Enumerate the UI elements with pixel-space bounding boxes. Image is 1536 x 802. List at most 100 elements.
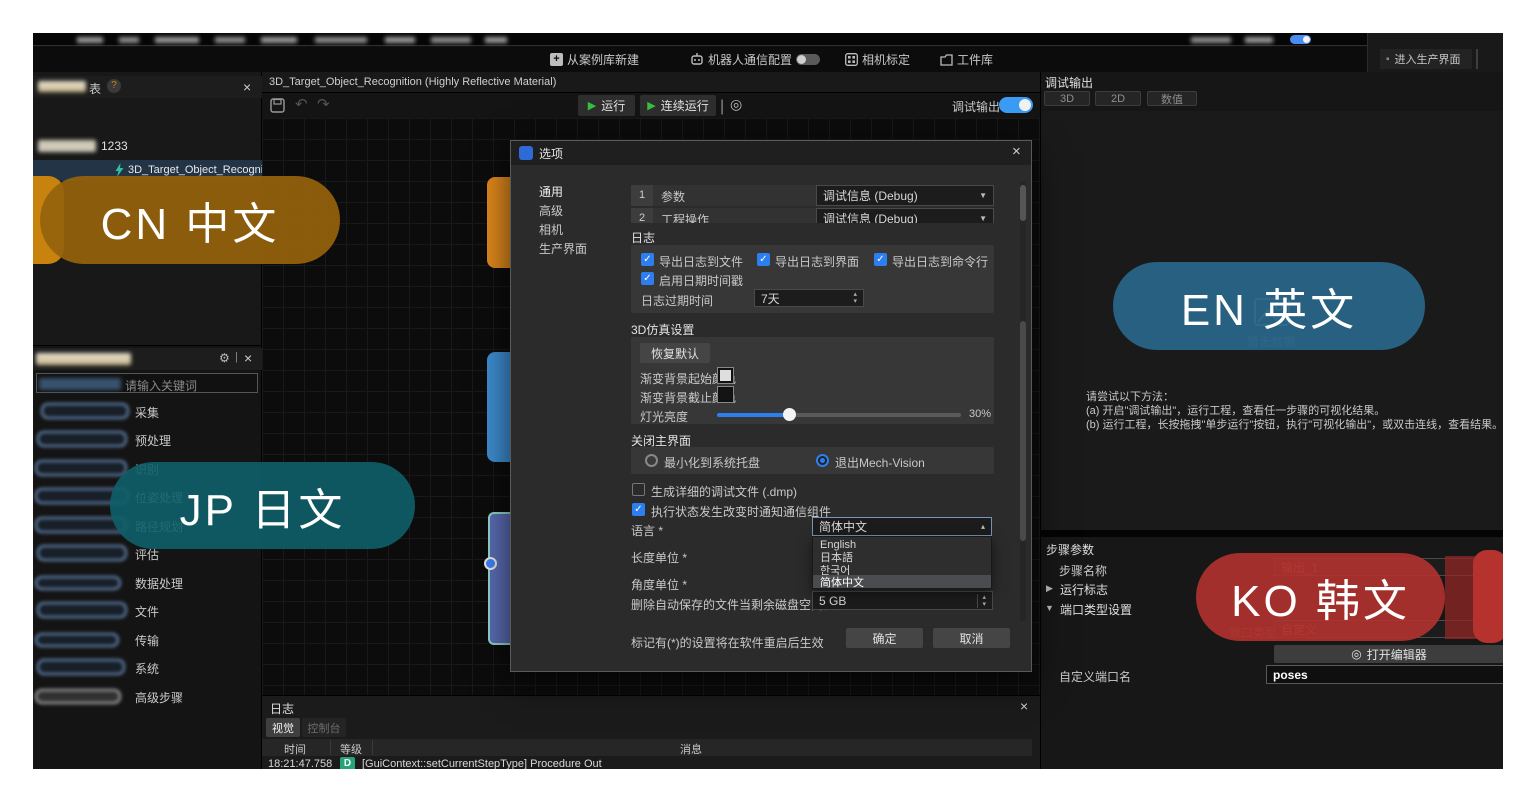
grad-start-swatch[interactable] [718, 368, 733, 383]
project-panel-close-icon[interactable]: × [243, 79, 251, 95]
project-row-icon-redacted [38, 140, 96, 152]
custom-port-input[interactable]: poses [1266, 665, 1503, 684]
new-from-case-icon: + [550, 53, 563, 66]
sim-section-box: 恢复默认 渐变背景起始颜色 渐变背景截止颜色 灯光亮度 30% [631, 337, 994, 424]
log-col-time: 时间 [284, 741, 306, 757]
workpiece-lib-label: 工件库 [957, 51, 993, 68]
cancel-button-label: 取消 [959, 630, 983, 647]
dialog-title: 选项 [539, 145, 563, 162]
ok-button[interactable]: 确定 [846, 628, 923, 648]
enter-production-button[interactable]: ▪ 进入生产界面 [1380, 49, 1472, 69]
dialog-tab-advanced[interactable]: 高级 [539, 202, 563, 219]
minimize-radio[interactable] [645, 454, 658, 467]
new-from-case-button[interactable]: + 从案例库新建 [550, 50, 639, 69]
dialog-scrollbar-thumb[interactable] [1020, 321, 1026, 541]
run-continuous-button[interactable]: ▶ 连续运行 [640, 95, 716, 116]
log-tab-console[interactable]: 控制台 [302, 718, 346, 737]
export-log-ui-checkbox[interactable]: ✓ [757, 253, 770, 266]
timestamp-checkbox[interactable]: ✓ [641, 272, 654, 285]
log-level-row-2: 2 工程操作 调试信息 (Debug) ▼ [631, 208, 994, 223]
workpiece-lib-button[interactable]: 工件库 [940, 50, 993, 69]
dump-file-checkbox[interactable] [632, 483, 645, 496]
run-button[interactable]: ▶ 运行 [578, 95, 635, 116]
step-library-settings-icon[interactable]: ⚙ [219, 351, 230, 365]
port-type-section-label[interactable]: 端口类型设置 [1060, 601, 1132, 618]
lightning-icon [115, 163, 124, 177]
help-icon[interactable]: ? [107, 79, 121, 93]
dialog-tab-production[interactable]: 生产界面 [539, 240, 587, 257]
step-item-xitong[interactable]: 系统 [33, 657, 262, 679]
log-level-rows-clip: 1 参数 调试信息 (Debug) ▼ 2 工程操作 调试信息 (Debug) … [631, 183, 994, 223]
menu-item-redacted [485, 37, 507, 43]
light-brightness-slider[interactable] [717, 413, 961, 417]
run-flags-label[interactable]: 运行标志 [1060, 581, 1108, 598]
timestamp-label: 启用日期时间戳 [659, 272, 743, 289]
node-port-connector[interactable] [484, 557, 497, 570]
log-tab-vision[interactable]: 视觉 [266, 718, 300, 737]
grad-end-swatch[interactable] [718, 387, 733, 402]
robot-comm-toggle[interactable] [796, 54, 820, 65]
light-brightness-label: 灯光亮度 [640, 408, 688, 425]
light-brightness-value: 30% [969, 408, 991, 420]
robot-comm-button[interactable]: 机器人通信配置 [690, 50, 820, 69]
notify-checkbox[interactable]: ✓ [632, 503, 645, 516]
step-item-yuchuli[interactable]: 预处理 [33, 429, 262, 451]
debug-tab-2d[interactable]: 2D [1095, 91, 1141, 106]
debug-tab-numeric[interactable]: 数值 [1147, 91, 1197, 106]
top-strip-toggle[interactable] [1290, 35, 1311, 44]
log-row[interactable]: 18:21:47.758 D [GuiContext::setCurrentSt… [262, 757, 1032, 769]
log-panel: 日志 × 视觉 控制台 时间 等级 消息 18:21:47.758 D [Gui… [262, 695, 1040, 769]
dialog-tab-camera[interactable]: 相机 [539, 221, 563, 238]
menu-item-redacted [261, 37, 297, 43]
dialog-title-bar[interactable]: 选项 × [511, 141, 1031, 165]
dialog-scrollbar-thumb[interactable] [1020, 185, 1026, 221]
language-combobox[interactable]: 简体中文 ▴ [812, 517, 992, 536]
robot-icon [690, 53, 704, 66]
workpiece-lib-icon [940, 54, 953, 66]
debug-tab-3d[interactable]: 3D [1044, 91, 1090, 106]
slider-knob[interactable] [783, 408, 796, 421]
toolbar-divider: | [720, 98, 724, 116]
dialog-tab-general[interactable]: 通用 [539, 183, 563, 200]
language-dropdown-list: English 日本語 한국어 简体中文 [812, 536, 992, 589]
project-row[interactable]: 1233 [33, 136, 262, 158]
step-item-chuanshu[interactable]: 传输 [33, 629, 262, 651]
step-library-close-icon[interactable]: × [244, 350, 252, 366]
log-panel-close-icon[interactable]: × [1020, 698, 1028, 714]
step-item-caiji[interactable]: 采集 [33, 401, 262, 423]
cn-overlay-pill: CN 中文 [40, 176, 340, 264]
dialog-close-icon[interactable]: × [1012, 143, 1021, 160]
production-icon: ▪ [1386, 54, 1390, 65]
exit-radio[interactable] [816, 454, 829, 467]
port-type-expand-icon[interactable]: ▼ [1045, 603, 1054, 613]
spinner-arrows-icon[interactable]: ▴▾ [977, 594, 986, 608]
export-log-file-checkbox[interactable]: ✓ [641, 253, 654, 266]
export-log-cmd-checkbox[interactable]: ✓ [874, 253, 887, 266]
language-option-simplified-chinese[interactable]: 简体中文 [813, 575, 991, 588]
log-level-dropdown[interactable]: 调试信息 (Debug) ▼ [816, 185, 994, 206]
step-search-input[interactable]: 请输入关键词 [36, 373, 258, 393]
restore-defaults-button[interactable]: 恢复默认 [640, 343, 710, 363]
debug-tab-numeric-label: 数值 [1161, 91, 1183, 107]
debug-output-toggle[interactable] [999, 97, 1033, 113]
ko-pill-cap [1473, 550, 1503, 643]
save-icon[interactable] [270, 98, 285, 113]
log-level-value: 调试信息 (Debug) [823, 210, 918, 223]
run-settings-icon[interactable]: ◎ [730, 96, 742, 113]
step-item-gaojibuzhou[interactable]: 高级步骤 [33, 686, 262, 708]
disk-space-spinbox[interactable]: 5 GB ▴▾ [812, 591, 993, 610]
new-from-case-label: 从案例库新建 [567, 51, 639, 68]
undo-icon[interactable]: ↶ [295, 95, 308, 113]
spinner-arrows-icon[interactable]: ▴▾ [853, 291, 857, 305]
run-flags-collapse-icon[interactable]: ▶ [1046, 583, 1053, 594]
camera-calib-button[interactable]: 相机标定 [845, 50, 910, 69]
editor-tab-title[interactable]: 3D_Target_Object_Recognition (Highly Ref… [269, 76, 556, 88]
step-item-shujuchuli[interactable]: 数据处理 [33, 572, 262, 594]
log-expire-spinbox[interactable]: 7天 ▴▾ [754, 289, 864, 307]
open-editor-button[interactable]: ◎ 打开编辑器 [1274, 645, 1503, 663]
dialog-scrollbar-track[interactable] [1020, 181, 1026, 621]
log-level-dropdown[interactable]: 调试信息 (Debug) ▼ [816, 208, 994, 223]
step-item-wenjian[interactable]: 文件 [33, 600, 262, 622]
redo-icon[interactable]: ↷ [317, 95, 330, 113]
cancel-button[interactable]: 取消 [933, 628, 1010, 648]
